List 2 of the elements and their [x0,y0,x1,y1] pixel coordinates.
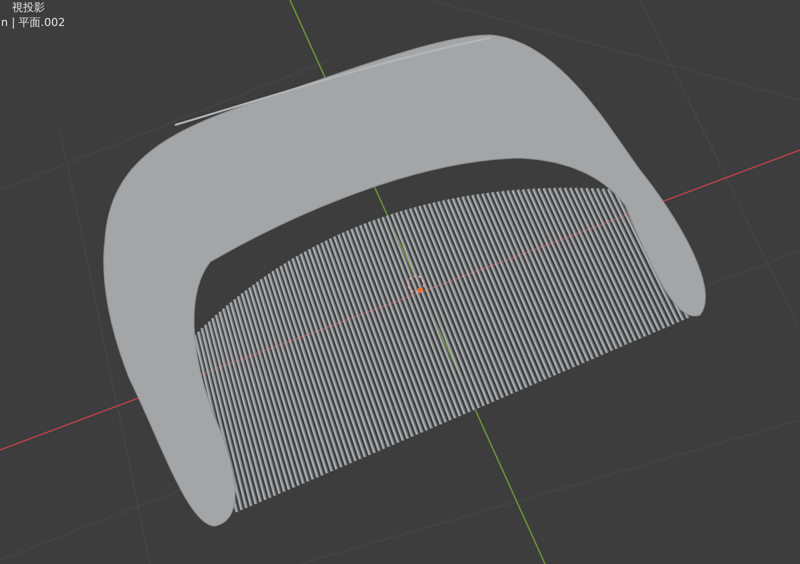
object-label: n | 平面.002 [0,15,66,30]
view-label: 視投影 [11,0,46,15]
